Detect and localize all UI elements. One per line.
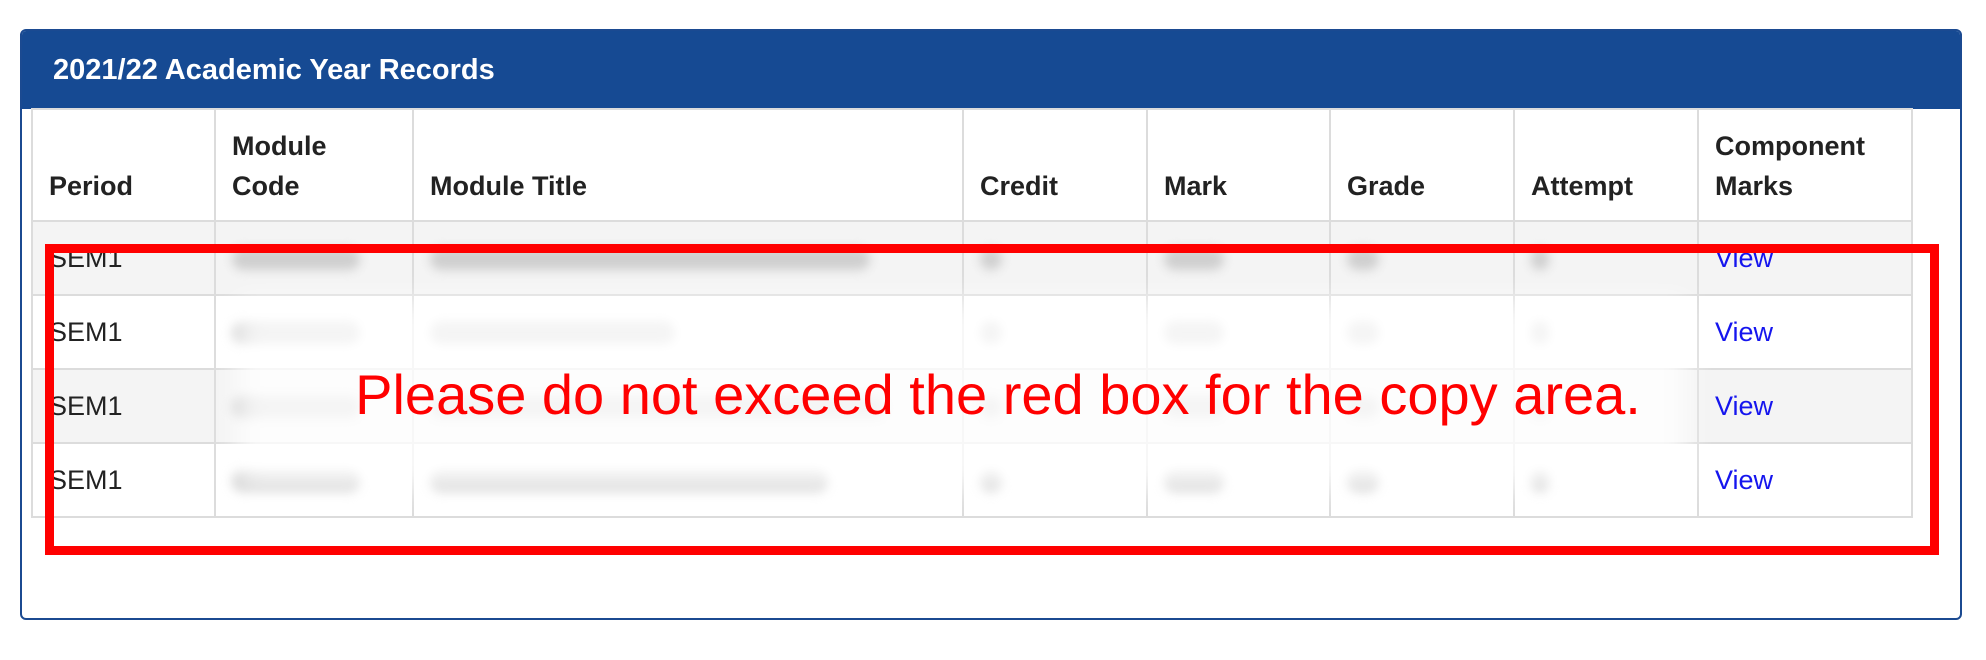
redacted-module-code: [214, 220, 414, 296]
redacted-attempt: [1513, 220, 1699, 296]
component-marks-cell: View: [1697, 294, 1913, 370]
panel-title: 2021/22 Academic Year Records: [22, 31, 1960, 109]
component-marks-cell: View: [1697, 442, 1913, 518]
redacted-mark: [1146, 220, 1331, 296]
redacted-credit: [962, 220, 1148, 296]
column-header-module-title: Module Title: [412, 108, 964, 222]
period-cell: SEM1: [31, 368, 216, 444]
column-header-component-marks: Component Marks: [1697, 108, 1913, 222]
column-header-module-code: Module Code: [214, 108, 414, 222]
redacted-grade: [1329, 220, 1515, 296]
period-cell: SEM1: [31, 442, 216, 518]
column-header-grade: Grade: [1329, 108, 1515, 222]
period-cell: SEM1: [31, 294, 216, 370]
table-row: SEM1 View: [31, 220, 1913, 296]
column-header-mark: Mark: [1146, 108, 1331, 222]
component-marks-cell: View: [1697, 368, 1913, 444]
component-marks-cell: View: [1697, 220, 1913, 296]
view-component-marks-link[interactable]: View: [1715, 317, 1773, 347]
view-component-marks-link[interactable]: View: [1715, 391, 1773, 421]
redacted-module-title: [412, 220, 964, 296]
column-header-credit: Credit: [962, 108, 1148, 222]
overlay-haze: [236, 300, 1688, 490]
period-cell: SEM1: [31, 220, 216, 296]
column-header-attempt: Attempt: [1513, 108, 1699, 222]
table-header-row: Period Module Code Module Title Credit Ma…: [31, 108, 1913, 222]
column-header-period: Period: [31, 108, 216, 222]
view-component-marks-link[interactable]: View: [1715, 243, 1773, 273]
view-component-marks-link[interactable]: View: [1715, 465, 1773, 495]
